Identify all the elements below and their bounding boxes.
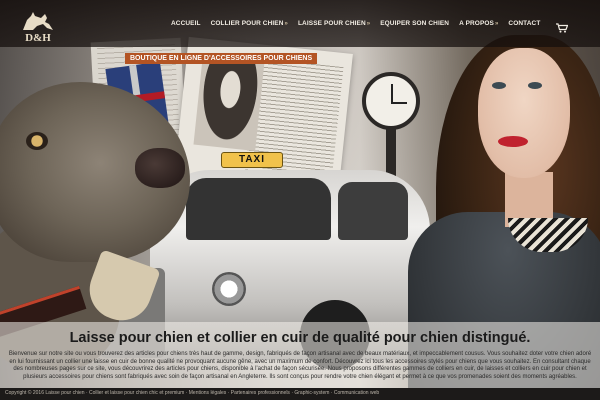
site-logo[interactable]: D&H [18,12,58,46]
woman-eye-right [528,82,542,89]
taxi-headlight [212,272,246,306]
nav-label: COLLIER POUR CHIEN [210,20,284,27]
top-navigation-bar: D&H ACCUEIL COLLIER POUR CHIEN» LAISSE P… [0,0,600,47]
nav-item-laisse-pour-chien[interactable]: LAISSE POUR CHIEN» [293,20,375,27]
nav-item-accueil[interactable]: ACCUEIL [166,20,206,27]
dog-silhouette-icon [23,12,53,30]
taxi-roof-sign: TAXI [221,152,283,168]
taxi-windshield [186,178,331,240]
woman-eye-left [492,82,506,89]
woman-lips [498,136,528,147]
nav-label: CONTACT [508,20,541,27]
nav-item-equiper-son-chien[interactable]: EQUIPER SON CHIEN [375,20,454,27]
page-headline: Laisse pour chien et collier en cuir de … [69,330,531,346]
nav-label: ACCUEIL [171,20,201,27]
shop-tagline-badge: BOUTIQUE EN LIGNE D'ACCESSOIRES POUR CHI… [125,53,318,64]
logo-text: D&H [25,32,51,44]
dog-eye [26,132,48,150]
nav-item-a-propos[interactable]: A PROPOS» [454,20,503,27]
newspaper-photo-image [193,55,265,151]
site-footer: Copyright © 2016 Laisse pour chien · Col… [0,388,600,400]
main-menu: ACCUEIL COLLIER POUR CHIEN» LAISSE POUR … [166,0,545,47]
shopping-cart-icon[interactable] [556,23,568,33]
chevron-right-icon: » [366,21,371,27]
nav-item-contact[interactable]: CONTACT [503,20,545,27]
chevron-right-icon: » [284,21,288,27]
chevron-right-icon: » [494,21,499,27]
dog-nose [135,148,185,188]
footer-copyright[interactable]: Copyright © 2016 Laisse pour chien · Col… [5,390,379,396]
nav-label: A PROPOS [459,20,494,27]
taxi-side-window [338,182,408,240]
nav-label: EQUIPER SON CHIEN [380,20,450,27]
street-clock-image [362,72,420,130]
woman-face [478,48,570,178]
nav-label: LAISSE POUR CHIEN [297,20,366,27]
nav-item-collier-pour-chien[interactable]: COLLIER POUR CHIEN» [206,20,293,27]
intro-paragraph: Bienvenue sur notre site ou vous trouver… [8,351,592,380]
